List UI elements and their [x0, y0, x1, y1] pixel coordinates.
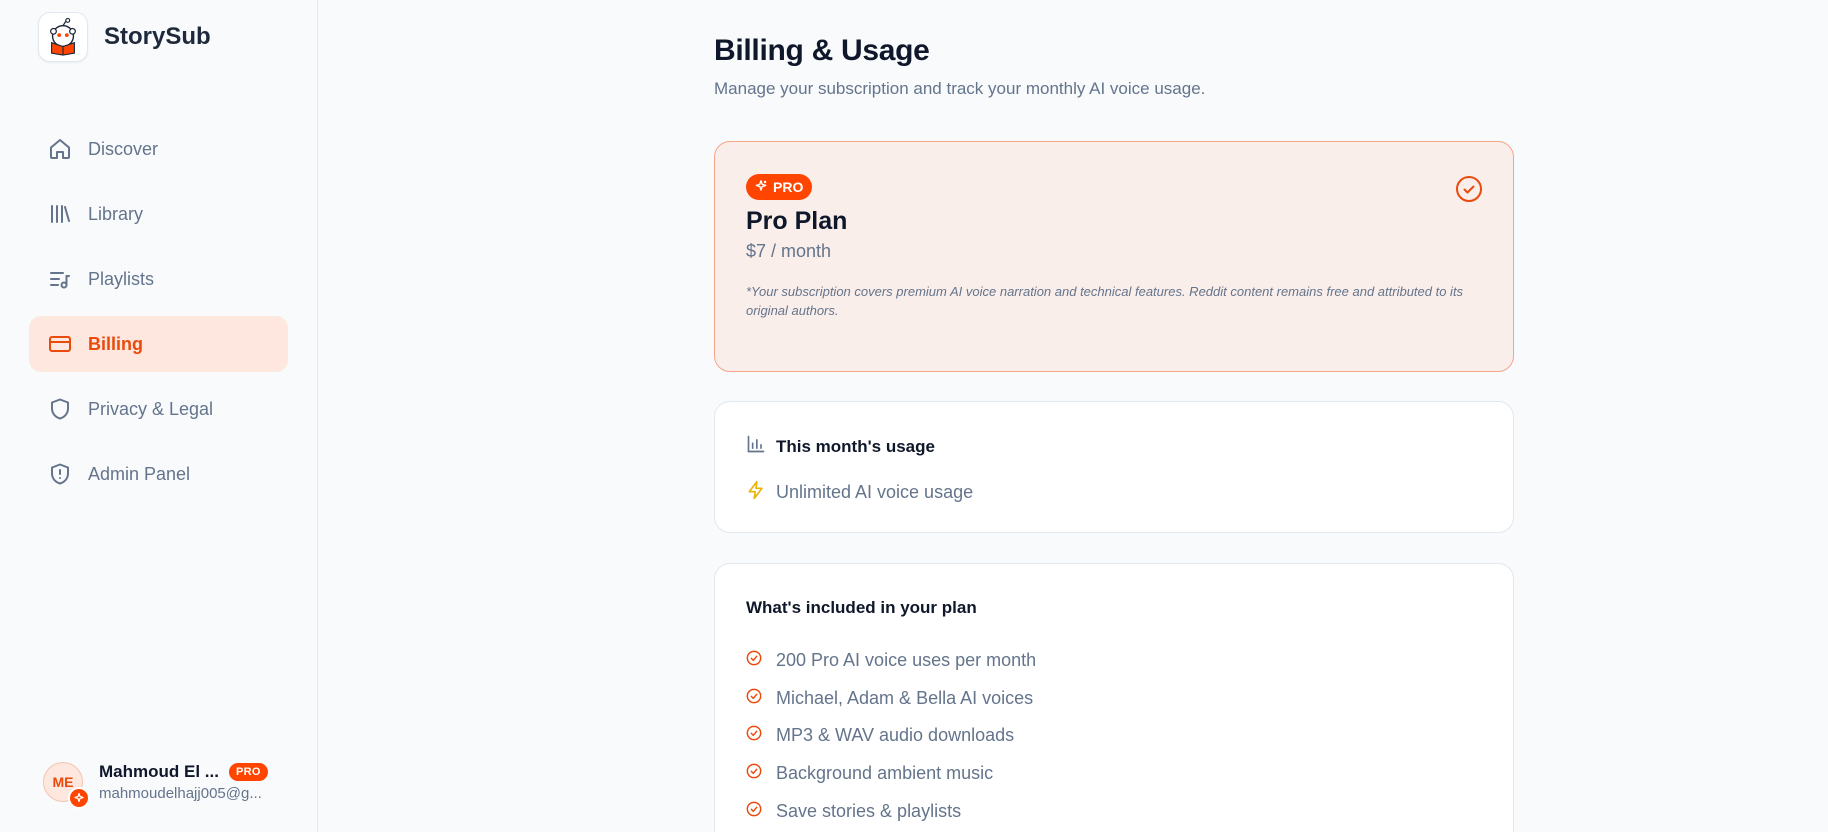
sidebar-item-label: Admin Panel — [88, 463, 191, 484]
sidebar-item-label: Playlists — [88, 268, 155, 289]
avatar: ME — [43, 762, 90, 809]
plan-note: *Your subscription covers premium AI voi… — [746, 284, 1464, 318]
usage-title: This month's usage — [776, 436, 935, 456]
page-title: Billing & Usage — [714, 34, 930, 67]
features-card: What's included in your plan 200 Pro AI … — [714, 563, 1514, 832]
sidebar-item-library[interactable]: Library — [29, 186, 288, 242]
feature-label: MP3 & WAV audio downloads — [776, 725, 1015, 746]
library-icon — [48, 202, 72, 226]
lightning-icon — [746, 479, 766, 506]
sidebar-item-privacy-legal[interactable]: Privacy & Legal — [29, 381, 288, 437]
user-profile[interactable]: ME Mahmoud El ... PRO mahmoudelhajj005@g… — [43, 762, 303, 809]
feature-label: Background ambient music — [776, 763, 994, 784]
sparkle-icon — [754, 179, 768, 196]
plan-price: $7 / month — [746, 241, 832, 261]
plan-badge-label: PRO — [773, 179, 804, 195]
brand[interactable]: StorySub — [38, 12, 211, 62]
usage-value: Unlimited AI voice usage — [776, 482, 974, 502]
user-name: Mahmoud El ... — [99, 762, 219, 781]
sidebar-item-label: Discover — [88, 138, 159, 159]
sidebar-item-billing[interactable]: Billing — [29, 316, 288, 372]
plan-name: Pro Plan — [746, 207, 848, 235]
check-circle-icon — [1455, 175, 1483, 203]
features-title: What's included in your plan — [746, 598, 977, 617]
home-icon — [48, 137, 72, 161]
user-email: mahmoudelhajj005@g... — [99, 785, 262, 802]
list-item: Michael, Adam & Bella AI voices — [746, 680, 1036, 718]
check-circle-icon — [746, 650, 762, 671]
check-circle-icon — [746, 763, 762, 784]
pro-badge: PRO — [228, 763, 268, 781]
feature-label: Michael, Adam & Bella AI voices — [776, 687, 1034, 708]
usage-header: This month's usage — [746, 434, 935, 459]
sidebar-item-admin-panel[interactable]: Admin Panel — [29, 446, 288, 502]
bar-chart-icon — [746, 434, 766, 459]
plan-badge: PRO — [746, 174, 813, 200]
list-item: Background ambient music — [746, 755, 1036, 793]
sidebar-item-playlists[interactable]: Playlists — [29, 251, 288, 307]
shield-icon — [48, 397, 72, 421]
sidebar-item-label: Billing — [88, 333, 143, 354]
sidebar-item-label: Library — [88, 203, 144, 224]
list-item: Save stories & playlists — [746, 792, 1036, 830]
features-list: 200 Pro AI voice uses per month Michael,… — [746, 642, 1036, 830]
credit-card-icon — [48, 332, 72, 356]
check-circle-icon — [746, 688, 762, 709]
list-item: 200 Pro AI voice uses per month — [746, 642, 1036, 680]
usage-row: Unlimited AI voice usage — [746, 479, 973, 506]
page-subtitle: Manage your subscription and track your … — [714, 79, 1206, 98]
user-info: Mahmoud El ... PRO mahmoudelhajj005@g... — [99, 762, 268, 802]
sparkle-icon — [68, 787, 90, 809]
sidebar-nav: Discover Library Playlists Billing Priva… — [29, 121, 288, 511]
avatar-initials: ME — [52, 774, 74, 790]
brand-name: StorySub — [104, 23, 211, 50]
shield-alert-icon — [48, 462, 72, 486]
plan-card: PRO Pro Plan $7 / month *Your subscripti… — [714, 141, 1514, 372]
storysub-logo-icon — [38, 12, 88, 62]
feature-label: Save stories & playlists — [776, 800, 962, 821]
sidebar-item-discover[interactable]: Discover — [29, 121, 288, 177]
feature-label: 200 Pro AI voice uses per month — [776, 650, 1037, 671]
list-item: MP3 & WAV audio downloads — [746, 717, 1036, 755]
sidebar: StorySub Discover Library Playlists Bill… — [0, 0, 318, 832]
check-circle-icon — [746, 801, 762, 822]
usage-card: This month's usage Unlimited AI voice us… — [714, 401, 1514, 533]
sidebar-item-label: Privacy & Legal — [88, 398, 214, 419]
playlist-icon — [48, 267, 72, 291]
check-circle-icon — [746, 725, 762, 746]
